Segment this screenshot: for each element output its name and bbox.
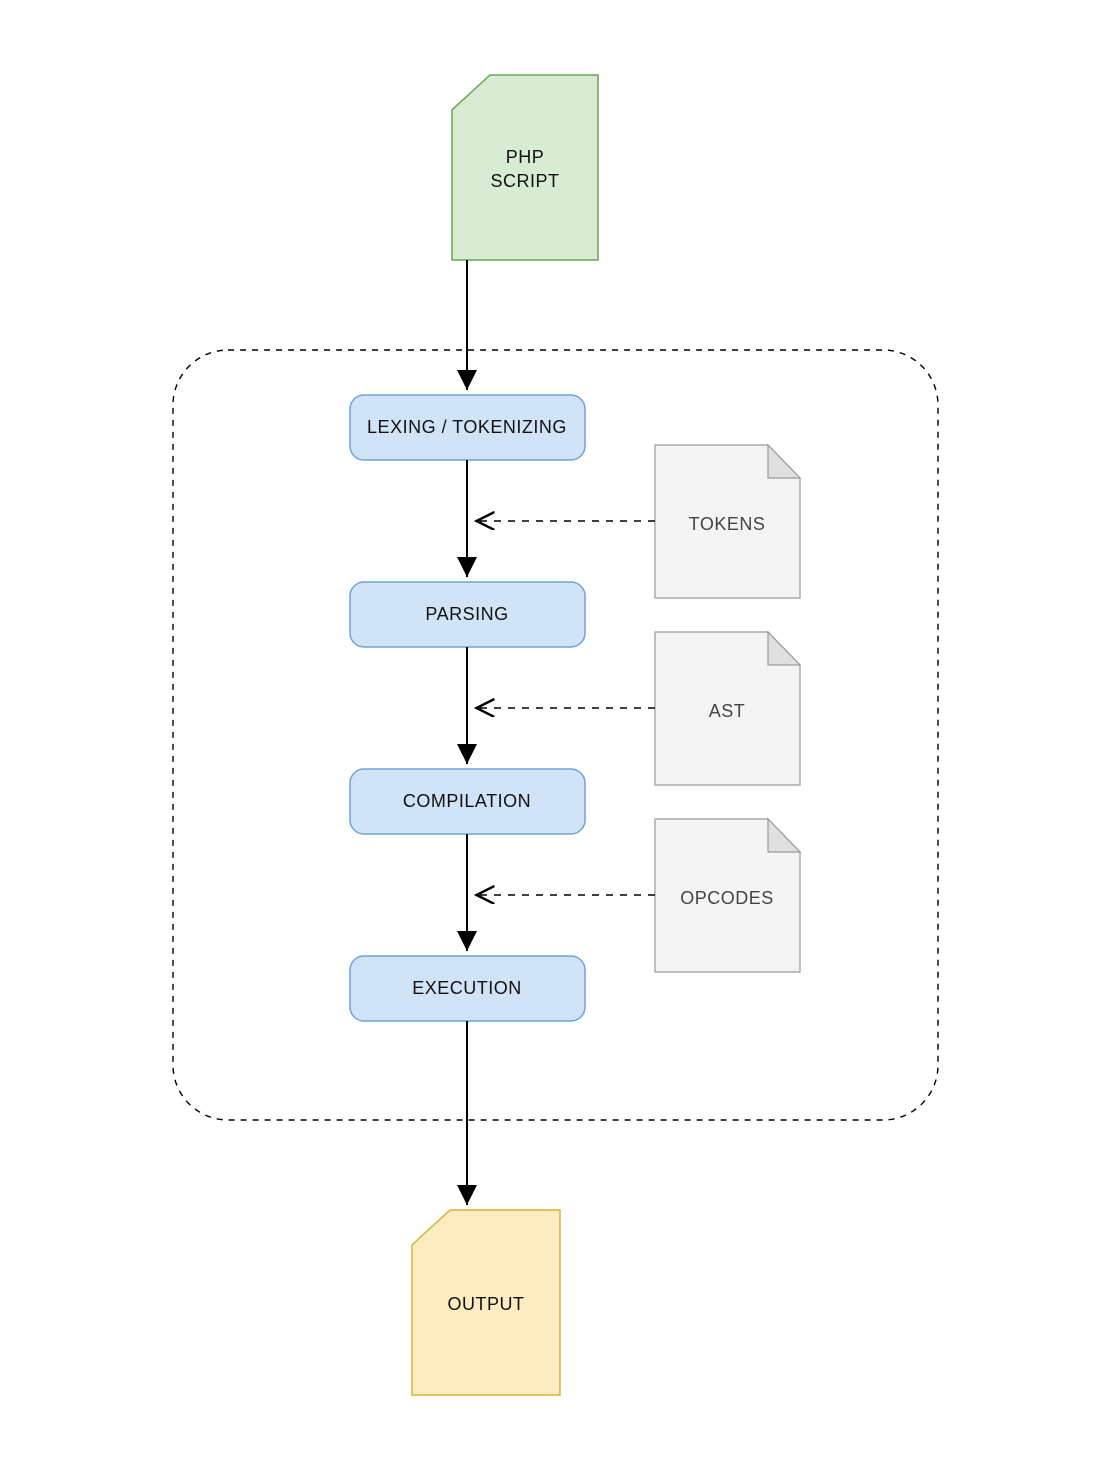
artifact-tokens: TOKENS bbox=[655, 445, 800, 598]
stage-parsing-label: PARSING bbox=[425, 604, 508, 624]
input-node: PHP SCRIPT bbox=[452, 75, 598, 260]
artifact-tokens-label: TOKENS bbox=[689, 514, 766, 534]
stage-parsing: PARSING bbox=[350, 582, 585, 647]
stage-compilation: COMPILATION bbox=[350, 769, 585, 834]
output-label: OUTPUT bbox=[448, 1294, 525, 1314]
artifact-ast: AST bbox=[655, 632, 800, 785]
input-label-line1: PHP bbox=[506, 147, 545, 167]
stage-lexing-label: LEXING / TOKENIZING bbox=[367, 417, 567, 437]
stage-compilation-label: COMPILATION bbox=[403, 791, 531, 811]
artifact-opcodes-label: OPCODES bbox=[680, 888, 774, 908]
stage-execution: EXECUTION bbox=[350, 956, 585, 1021]
stage-execution-label: EXECUTION bbox=[412, 978, 522, 998]
artifact-ast-label: AST bbox=[709, 701, 746, 721]
stage-lexing: LEXING / TOKENIZING bbox=[350, 395, 585, 460]
php-pipeline-diagram: PHP SCRIPT LEXING / TOKENIZING PARSING C… bbox=[0, 0, 1100, 1460]
output-node: OUTPUT bbox=[412, 1210, 560, 1395]
input-label-line2: SCRIPT bbox=[490, 171, 559, 191]
artifact-opcodes: OPCODES bbox=[655, 819, 800, 972]
